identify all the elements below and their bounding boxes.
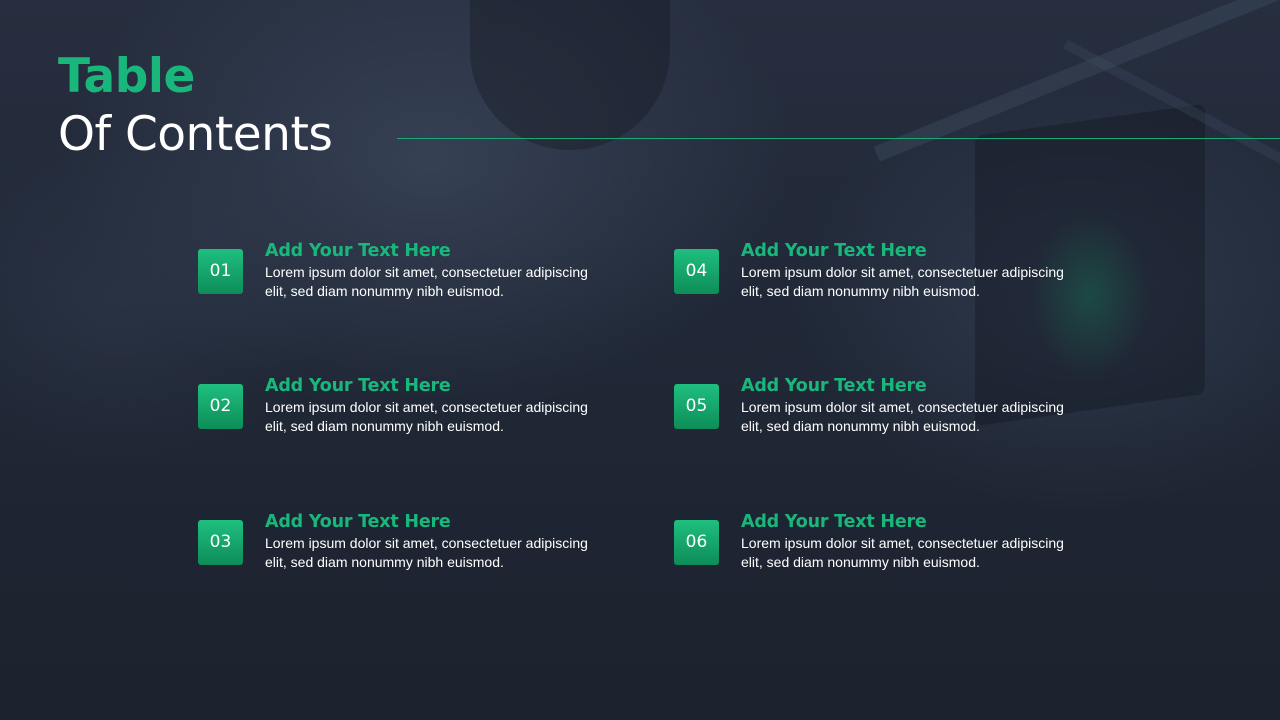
toc-item-body: Lorem ipsum dolor sit amet, consectetuer…: [741, 264, 1064, 299]
toc-item-body: Lorem ipsum dolor sit amet, consectetuer…: [265, 264, 588, 299]
number-badge: 05: [674, 384, 719, 429]
number-badge: 01: [198, 249, 243, 294]
slide-title: Table Of Contents: [58, 48, 333, 164]
number-badge: 06: [674, 520, 719, 565]
title-line-2: Of Contents: [58, 107, 333, 162]
toc-item: 01 Add Your Text Here Lorem ipsum dolor …: [198, 239, 618, 309]
toc-item-text: Add Your Text Here Lorem ipsum dolor sit…: [265, 239, 605, 301]
toc-item-heading: Add Your Text Here: [741, 376, 927, 396]
background-photo-beam-2: [1062, 39, 1280, 171]
toc-item-text: Add Your Text Here Lorem ipsum dolor sit…: [741, 374, 1081, 436]
toc-item-body: Lorem ipsum dolor sit amet, consectetuer…: [741, 535, 1064, 570]
slide: Table Of Contents 01 Add Your Text Here …: [0, 0, 1280, 720]
toc-item-heading: Add Your Text Here: [265, 512, 451, 532]
background-photo-figure: [470, 0, 670, 150]
number-badge: 03: [198, 520, 243, 565]
toc-item: 06 Add Your Text Here Lorem ipsum dolor …: [674, 510, 1094, 580]
toc-item-text: Add Your Text Here Lorem ipsum dolor sit…: [741, 239, 1081, 301]
number-badge: 04: [674, 249, 719, 294]
title-line-1: Table: [58, 49, 195, 104]
toc-item-heading: Add Your Text Here: [265, 376, 451, 396]
toc-item-text: Add Your Text Here Lorem ipsum dolor sit…: [265, 510, 605, 572]
toc-item: 03 Add Your Text Here Lorem ipsum dolor …: [198, 510, 618, 580]
toc-item-heading: Add Your Text Here: [741, 241, 927, 261]
toc-item-text: Add Your Text Here Lorem ipsum dolor sit…: [265, 374, 605, 436]
toc-item: 05 Add Your Text Here Lorem ipsum dolor …: [674, 374, 1094, 444]
toc-item-text: Add Your Text Here Lorem ipsum dolor sit…: [741, 510, 1081, 572]
toc-item-heading: Add Your Text Here: [265, 241, 451, 261]
toc-item-body: Lorem ipsum dolor sit amet, consectetuer…: [741, 399, 1064, 434]
toc-item-body: Lorem ipsum dolor sit amet, consectetuer…: [265, 399, 588, 434]
toc-item-heading: Add Your Text Here: [741, 512, 927, 532]
title-divider: [397, 138, 1280, 139]
toc-item: 04 Add Your Text Here Lorem ipsum dolor …: [674, 239, 1094, 309]
number-badge: 02: [198, 384, 243, 429]
toc-item-body: Lorem ipsum dolor sit amet, consectetuer…: [265, 535, 588, 570]
toc-item: 02 Add Your Text Here Lorem ipsum dolor …: [198, 374, 618, 444]
